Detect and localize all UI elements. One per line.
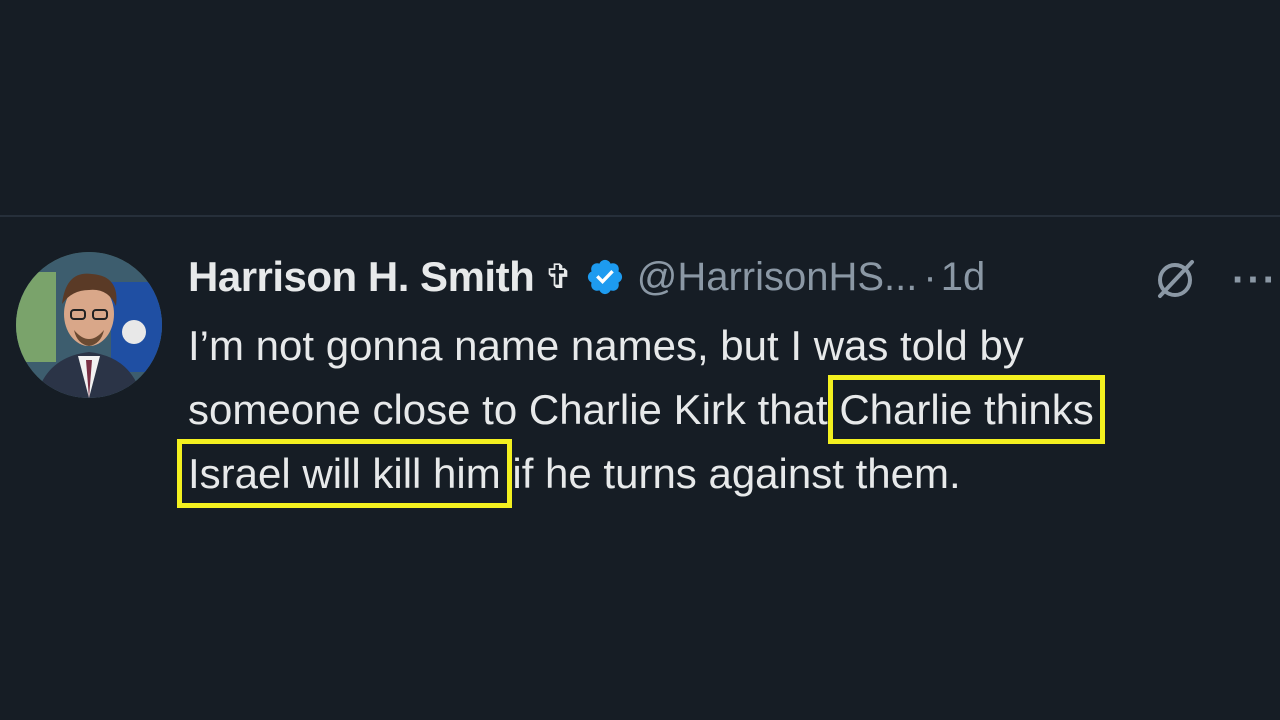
author-name[interactable]: Harrison H. Smith <box>188 253 535 301</box>
verified-badge-icon[interactable] <box>585 257 625 297</box>
author-handle[interactable]: @HarrisonHS... <box>637 255 918 300</box>
tweet-screenshot: Harrison H. Smith ✞ @HarrisonHS... · 1d … <box>0 0 1280 720</box>
timestamp[interactable]: 1d <box>941 255 986 300</box>
tweet-text-segment: someone close to Charlie Kirk that <box>188 386 840 433</box>
highlighted-text-box: Charlie thinks <box>828 375 1105 444</box>
cross-icon: ✞ <box>544 257 573 297</box>
highlighted-text-box: Israel will kill him <box>177 439 512 508</box>
avatar-image <box>16 252 162 398</box>
tweet-text-line-3: Israel will kill him if he turns against… <box>177 439 1278 508</box>
tweet-text: I’m not gonna name names, but I was told… <box>177 314 1278 508</box>
tweet-text-line-1: I’m not gonna name names, but I was told… <box>188 322 1024 369</box>
grok-icon[interactable] <box>1152 256 1198 302</box>
more-options-icon[interactable]: ··· <box>1232 258 1278 303</box>
tweet-header: Harrison H. Smith ✞ @HarrisonHS... · 1d <box>188 250 985 304</box>
tweet-text-segment: if he turns against them. <box>500 450 961 497</box>
separator-dot: · <box>923 254 937 299</box>
avatar[interactable] <box>16 252 162 398</box>
divider <box>0 215 1280 217</box>
tweet-text-line-2: someone close to Charlie Kirk that Charl… <box>188 375 1278 444</box>
